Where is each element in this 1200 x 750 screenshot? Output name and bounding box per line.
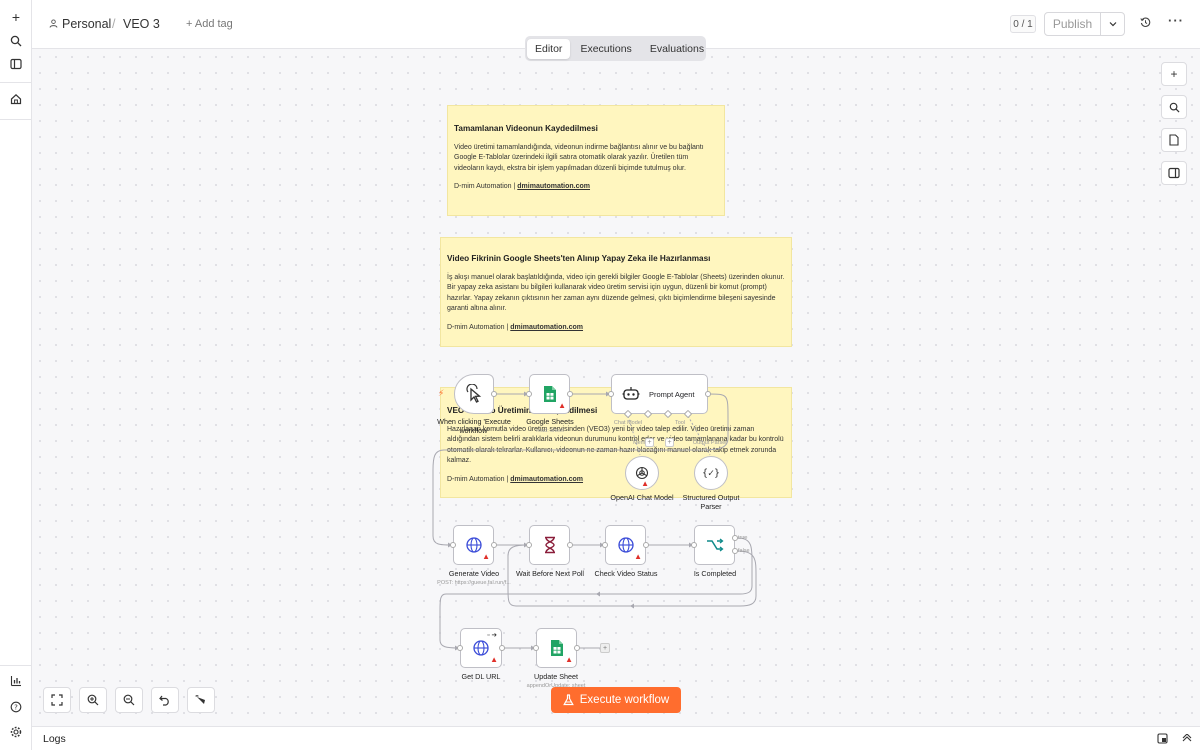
warning-icon: ▲	[565, 655, 573, 664]
node-get-dl-url[interactable]: ▲ ▫ ➔	[460, 628, 502, 668]
globe-icon	[473, 640, 489, 656]
warning-icon: ▲	[482, 552, 490, 561]
plus-icon: +	[1170, 67, 1178, 81]
node-wait-before-next-poll[interactable]	[529, 525, 570, 565]
node-label: When clicking 'Execute workflow'	[437, 417, 511, 435]
code-braces-icon: {✓}	[701, 467, 721, 479]
hourglass-icon	[544, 536, 555, 554]
tidy-up-button[interactable]	[187, 687, 215, 713]
node-label: Generate Video	[448, 569, 500, 578]
pointer-click-icon	[466, 384, 482, 403]
add-memory-icon[interactable]: +	[645, 438, 654, 447]
node-manual-trigger[interactable]	[454, 374, 494, 414]
branch-if-icon	[706, 538, 724, 552]
node-label: Update Sheet	[534, 672, 578, 681]
google-sheets-icon	[550, 640, 563, 656]
tab-executions[interactable]: Executions	[572, 39, 639, 59]
nodes-layer: ⚡ When clicking 'Execute workflow' ▲ Goo…	[0, 0, 1200, 750]
search-icon	[1169, 102, 1180, 113]
tab-editor[interactable]: Editor	[527, 38, 571, 59]
node-label: Is Completed	[693, 569, 737, 578]
node-structured-output-parser[interactable]: {✓}	[694, 456, 728, 490]
node-generate-video[interactable]: ▲	[453, 525, 494, 565]
globe-icon	[465, 537, 482, 553]
add-tool-icon[interactable]: +	[665, 438, 674, 447]
trigger-bolt-icon: ⚡	[438, 388, 445, 398]
warning-icon: ▲	[490, 655, 498, 664]
node-actions-icon[interactable]: ▫ ➔	[487, 631, 497, 639]
view-tabs: Editor Executions Evaluations	[525, 36, 706, 61]
node-label: Structured Output Parser	[682, 493, 740, 511]
robot-icon	[622, 387, 640, 400]
google-sheets-icon	[543, 386, 556, 402]
node-google-sheets[interactable]: ▲	[529, 374, 570, 414]
sticky-note-button[interactable]	[1161, 128, 1187, 152]
node-subtitle: read: sheet	[536, 428, 564, 434]
zoom-out-button[interactable]	[115, 687, 143, 713]
warning-icon: ▲	[558, 401, 566, 410]
undo-button[interactable]	[151, 687, 179, 713]
node-subtitle: POST: https://queue.fal.run/f...	[437, 580, 511, 586]
add-node-icon[interactable]: +	[600, 643, 610, 653]
zoom-in-icon	[87, 694, 99, 706]
node-label: Get DL URL	[461, 672, 501, 681]
fit-view-icon	[51, 694, 63, 706]
execute-workflow-label: Execute workflow	[579, 694, 670, 706]
node-label: OpenAI Chat Model	[610, 493, 674, 502]
node-label: Prompt Agent	[649, 389, 695, 399]
add-node-panel-button[interactable]: +	[1161, 62, 1187, 86]
search-nodes-button[interactable]	[1161, 95, 1187, 119]
node-is-completed[interactable]	[694, 525, 735, 565]
undo-icon	[159, 695, 169, 706]
warning-icon: ▲	[641, 479, 649, 488]
warning-icon: ▲	[634, 552, 642, 561]
zoom-in-button[interactable]	[79, 687, 107, 713]
branch-false-label: false	[738, 548, 750, 554]
fit-view-button[interactable]	[43, 687, 71, 713]
port-label: Tool	[674, 420, 686, 426]
wand-icon	[195, 695, 205, 704]
node-label: Google Sheets	[526, 417, 574, 426]
globe-icon	[617, 537, 634, 553]
flask-icon	[562, 694, 574, 706]
execute-workflow-button[interactable]: Execute workflow	[551, 687, 681, 713]
node-label: Wait Before Next Poll	[515, 569, 585, 578]
node-prompt-agent[interactable]: Prompt Agent	[611, 374, 708, 414]
toggle-panel-button[interactable]	[1161, 161, 1187, 185]
tab-evaluations[interactable]: Evaluations	[642, 39, 712, 59]
node-label: Check Video Status	[594, 569, 658, 578]
branch-true-label: true	[738, 535, 748, 541]
node-update-sheet[interactable]: ▲	[536, 628, 577, 668]
port-label: Chat Model	[613, 420, 643, 426]
note-icon	[1169, 134, 1179, 146]
node-check-video-status[interactable]: ▲	[605, 525, 646, 565]
zoom-out-icon	[123, 694, 135, 706]
panel-right-icon	[1168, 167, 1180, 179]
node-openai-chat-model[interactable]: ▲	[625, 456, 659, 490]
port-label: Output Parser	[692, 440, 728, 446]
